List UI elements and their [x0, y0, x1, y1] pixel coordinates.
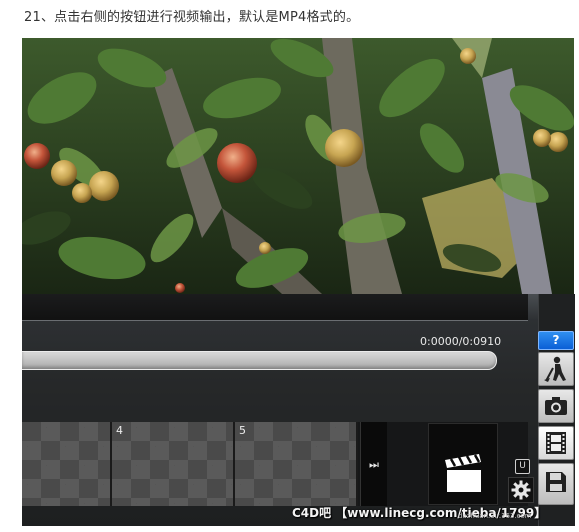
floppy-disk-icon — [546, 472, 566, 492]
instruction-caption: 21、点击右侧的按钮进行视频输出，默认是MP4格式的。 — [24, 10, 360, 25]
divider — [22, 320, 528, 321]
gear-icon — [511, 480, 531, 500]
clip-number: 5 — [239, 424, 246, 437]
preview-bottom-strip — [22, 294, 528, 321]
digging-person-icon — [544, 356, 566, 382]
clapperboard-icon — [445, 454, 481, 492]
u-toggle-button[interactable]: U — [515, 459, 530, 474]
video-output-button[interactable] — [538, 426, 574, 460]
edit-tool-button[interactable] — [538, 352, 574, 386]
save-button[interactable] — [538, 463, 574, 505]
output-video-card[interactable] — [428, 423, 498, 505]
clip-number: 4 — [116, 424, 123, 437]
watermark-small-text: dazhuan.3ir.163.com — [458, 512, 532, 520]
camera-icon — [545, 397, 567, 415]
time-display: 0:0000/0:0910 — [420, 335, 502, 348]
settings-button[interactable] — [508, 477, 534, 503]
timeline-clip-4[interactable]: 4 — [112, 422, 235, 506]
skip-next-icon: ⏭ — [369, 458, 379, 471]
help-button[interactable]: ? — [538, 331, 574, 350]
next-clip-button[interactable]: ⏭ — [360, 422, 387, 506]
film-strip-icon — [546, 432, 566, 454]
editor-panel: 0:0000/0:0910 4 5 6 ⏭ U — [22, 294, 574, 526]
snapshot-button[interactable] — [538, 389, 574, 423]
playback-scrubber[interactable] — [22, 351, 497, 370]
video-preview — [22, 38, 574, 294]
orchard-scene-image — [22, 38, 574, 294]
timeline-clip-5[interactable]: 5 — [235, 422, 358, 506]
timeline-clip-3[interactable] — [22, 422, 112, 506]
